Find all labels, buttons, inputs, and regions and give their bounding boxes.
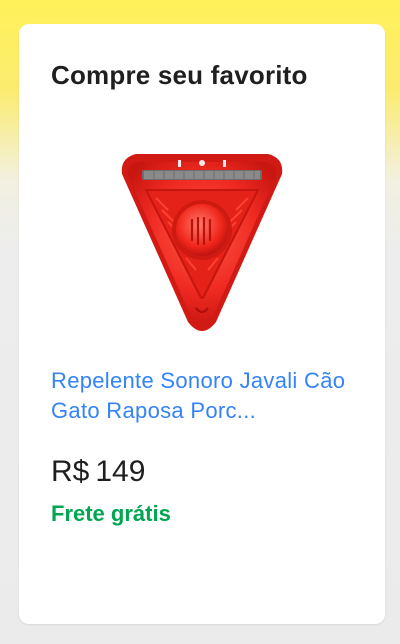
price-amount: 149 (95, 455, 146, 488)
price-currency: R$ (51, 455, 90, 488)
product-title-link[interactable]: Repelente Sonoro Javali Cão Gato Raposa … (51, 366, 356, 426)
product-image[interactable] (112, 136, 292, 332)
recommendation-card[interactable]: Compre seu favorito Repelente Sonoro Jav… (19, 24, 385, 624)
free-shipping-label: Frete grátis (51, 501, 171, 526)
product-price: R$ 149 (51, 454, 145, 490)
card-title: Compre seu favorito (51, 60, 308, 90)
